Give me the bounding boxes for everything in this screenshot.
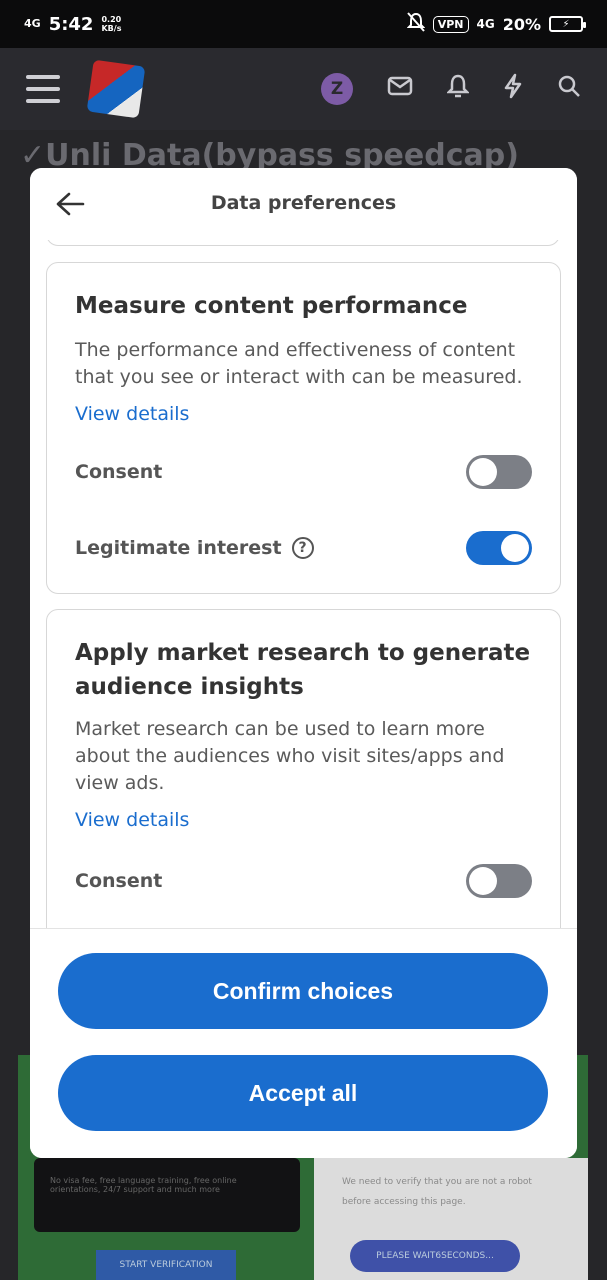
bolt-icon[interactable] (503, 73, 523, 106)
legitimate-interest-toggle[interactable] (466, 531, 532, 565)
view-details-link[interactable]: View details (75, 403, 532, 425)
purpose-description: Market research can be used to learn mor… (75, 718, 505, 794)
confirm-choices-button[interactable]: Confirm choices (58, 953, 548, 1029)
background-wait-button: PLEASE WAIT6SECONDS... (350, 1240, 520, 1272)
data-preferences-dialog: Measure content performance The performa… (30, 168, 577, 1158)
avatar[interactable]: Z (321, 73, 353, 105)
consent-toggle[interactable] (466, 455, 532, 489)
preferences-scroll-area[interactable]: Measure content performance The performa… (30, 168, 577, 928)
battery-percent: 20% (502, 14, 541, 34)
site-header: Z (0, 48, 607, 130)
background-card-2-text: We need to verify that you are not a rob… (342, 1177, 532, 1207)
network-indicator-2: 4G (476, 17, 495, 31)
background-card-1-text: No visa fee, free language training, fre… (50, 1176, 237, 1194)
view-details-link[interactable]: View details (75, 809, 532, 831)
purpose-title: Apply market research to generate audien… (75, 640, 531, 700)
mute-bell-icon (406, 12, 426, 36)
net-speed-value: 0.20 (101, 15, 122, 24)
mail-icon[interactable] (387, 74, 413, 104)
purpose-title: Measure content performance (75, 293, 468, 319)
battery-icon: ⚡ (549, 16, 586, 32)
network-indicator: 4G (24, 17, 41, 30)
background-verify-button: START VERIFICATION (96, 1250, 236, 1280)
purpose-card-content-performance: Measure content performance The performa… (46, 262, 561, 594)
consent-label: Consent (75, 461, 163, 483)
search-icon[interactable] (557, 74, 581, 105)
purpose-description: The performance and effectiveness of con… (75, 339, 523, 388)
clock: 5:42 (48, 13, 94, 35)
vpn-badge: VPN (432, 15, 469, 33)
legitimate-interest-label: Legitimate interest (75, 537, 282, 559)
bell-icon[interactable] (445, 73, 471, 106)
net-speed-unit: KB/s (101, 24, 122, 33)
consent-row: Consent (75, 455, 532, 489)
purpose-card-market-research: Apply market research to generate audien… (46, 609, 561, 928)
dialog-title: Data preferences (210, 192, 397, 214)
site-logo[interactable] (86, 59, 146, 119)
net-speed: 0.20 KB/s (101, 15, 121, 33)
accept-all-button[interactable]: Accept all (58, 1055, 548, 1131)
legitimate-interest-row: Legitimate interest ? (75, 531, 532, 565)
consent-toggle[interactable] (466, 864, 532, 898)
consent-row: Consent (75, 864, 532, 898)
background-card-1: No visa fee, free language training, fre… (34, 1158, 300, 1232)
menu-icon[interactable] (26, 75, 60, 103)
consent-label: Consent (75, 870, 163, 892)
status-bar: 4G 5:42 0.20 KB/s VPN 4G 20% ⚡ (0, 0, 607, 48)
help-icon[interactable]: ? (291, 537, 314, 559)
dialog-footer: Confirm choices Accept all (30, 928, 577, 1158)
dialog-header: Data preferences (30, 168, 577, 240)
